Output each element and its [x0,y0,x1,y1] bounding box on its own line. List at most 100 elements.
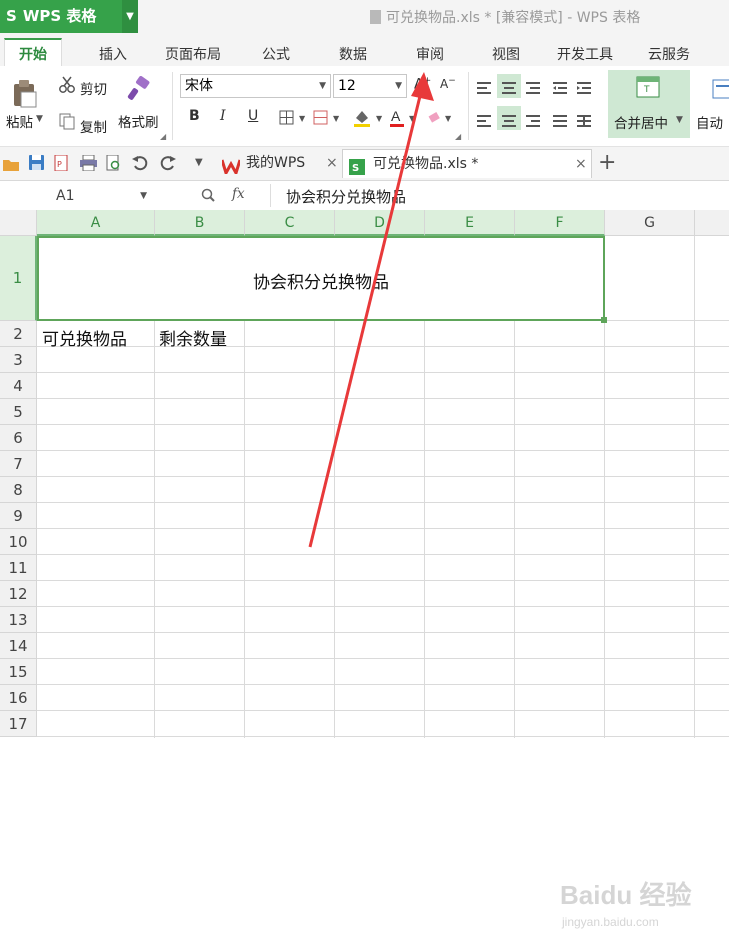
copy-button[interactable]: 复制 [80,116,107,136]
merge-center-dropdown[interactable]: ▼ [676,115,683,125]
row-header-5[interactable]: 5 [0,399,37,425]
wrap-text-icon[interactable] [712,78,729,104]
decrease-indent-icon[interactable] [553,79,567,98]
copy-icon[interactable] [58,112,76,134]
justify-icon[interactable] [553,112,567,131]
paste-dropdown[interactable]: ▼ [36,114,43,124]
distributed-align-icon[interactable] [577,112,591,131]
row-header-11[interactable]: 11 [0,555,37,581]
increase-font-size-button[interactable]: A+ [414,76,431,93]
tab-page-layout[interactable]: 页面布局 [165,44,221,64]
row-header-9[interactable]: 9 [0,503,37,529]
spreadsheet-grid[interactable]: A B C D E F G 1 2 3 4 5 6 7 8 9 10 11 12 13 14 15 16 17… [0,210,729,929]
scissors-icon[interactable] [58,76,76,98]
customize-toolbar-dropdown[interactable]: ▼ [195,157,203,168]
close-tab-icon[interactable]: × [575,150,587,179]
paste-icon[interactable] [12,78,38,112]
column-header-f[interactable]: F [515,210,605,236]
row-header-3[interactable]: 3 [0,347,37,373]
clear-format-icon[interactable]: ▼ [428,110,458,130]
bold-button[interactable]: B [189,108,200,124]
row-header-13[interactable]: 13 [0,607,37,633]
doc-tab-active[interactable]: S 可兑换物品.xls * × [342,149,592,178]
formula-input[interactable]: 协会积分兑换物品 [286,186,406,207]
row-header-12[interactable]: 12 [0,581,37,607]
fill-pattern-icon[interactable]: ▼ [313,110,343,130]
column-header-h[interactable] [695,210,729,236]
clipboard-launcher[interactable]: ◢ [160,132,166,141]
close-tab-icon[interactable]: × [326,149,338,178]
font-size-select[interactable]: 12 ▼ [333,74,407,98]
column-header-e[interactable]: E [425,210,515,236]
tab-data[interactable]: 数据 [339,44,367,64]
increase-indent-icon[interactable] [577,79,591,98]
row-header-4[interactable]: 4 [0,373,37,399]
fill-handle[interactable] [601,317,607,323]
row-header-15[interactable]: 15 [0,659,37,685]
print-preview-icon[interactable] [106,154,122,175]
row-header-7[interactable]: 7 [0,451,37,477]
align-right-icon[interactable] [526,112,540,131]
borders-icon[interactable]: ▼ [279,110,309,130]
undo-icon[interactable] [132,155,148,175]
column-header-c[interactable]: C [245,210,335,236]
row-header-6[interactable]: 6 [0,425,37,451]
row-header-10[interactable]: 10 [0,529,37,555]
align-bottom-icon[interactable] [526,79,540,98]
insert-function-button[interactable]: fx [232,186,245,202]
column-header-g[interactable]: G [605,210,695,236]
tab-formulas[interactable]: 公式 [262,44,290,64]
column-header-d[interactable]: D [335,210,425,236]
row-header-1[interactable]: 1 [0,236,37,321]
font-name-select[interactable]: 宋体 ▼ [180,74,331,98]
tab-review[interactable]: 审阅 [416,44,444,64]
row-header-2[interactable]: 2 [0,321,37,347]
align-center-icon[interactable] [502,112,516,131]
tab-view[interactable]: 视图 [492,44,520,64]
row-header-8[interactable]: 8 [0,477,37,503]
grid-line [37,632,729,633]
row-header-14[interactable]: 14 [0,633,37,659]
app-menu-dropdown[interactable]: ▼ [122,0,138,33]
ribbon-home: 粘贴 ▼ 剪切 复制 格式刷 宋体 ▼ 12 ▼ A+ A− B I U ▼ ▼ ▼… [0,66,729,147]
redo-icon[interactable] [160,155,176,175]
cell-a2[interactable]: 可兑换物品 [42,325,127,350]
format-painter-icon[interactable] [127,76,153,106]
font-launcher[interactable]: ◢ [455,132,461,141]
export-pdf-icon[interactable]: P [54,154,69,175]
align-top-icon[interactable] [477,79,491,98]
underline-button[interactable]: U [248,108,258,124]
print-icon[interactable] [80,154,97,175]
tab-developer[interactable]: 开发工具 [557,44,613,64]
select-all-corner[interactable] [0,210,37,236]
new-tab-icon[interactable]: + [598,150,616,175]
align-middle-icon[interactable] [502,79,516,98]
zoom-icon[interactable] [201,187,215,206]
row-header-17[interactable]: 17 [0,711,37,737]
tab-cloud[interactable]: 云服务 [648,44,690,64]
row-header-16[interactable]: 16 [0,685,37,711]
format-painter-button[interactable]: 格式刷 [118,111,159,131]
ribbon-separator [172,72,173,140]
tab-insert[interactable]: 插入 [99,44,127,64]
font-color-icon[interactable]: A ▼ [389,108,423,132]
auto-wrap-button[interactable]: 自动 [696,112,723,132]
paste-button[interactable]: 粘贴 [6,111,33,131]
merge-center-button[interactable]: 合并居中 [614,112,668,132]
open-folder-icon[interactable] [3,156,19,175]
fill-color-icon[interactable]: ▼ [352,108,386,132]
cell-a1-merged[interactable]: 协会积分兑换物品 [37,236,605,321]
name-box[interactable]: A1 ▼ [0,184,152,208]
cut-button[interactable]: 剪切 [80,78,107,98]
app-menu-button[interactable]: S WPS 表格 [0,0,122,33]
cell-b2[interactable]: 剩余数量 [159,325,227,350]
decrease-font-size-button[interactable]: A− [440,76,456,91]
column-header-a[interactable]: A [37,210,155,236]
italic-button[interactable]: I [220,108,226,124]
column-header-b[interactable]: B [155,210,245,236]
save-icon[interactable] [29,155,44,174]
align-left-icon[interactable] [477,112,491,131]
doc-tab-my-wps[interactable]: 我的WPS × [218,149,340,178]
merge-cells-icon[interactable]: T [636,76,660,102]
tab-home[interactable]: 开始 [4,38,62,68]
